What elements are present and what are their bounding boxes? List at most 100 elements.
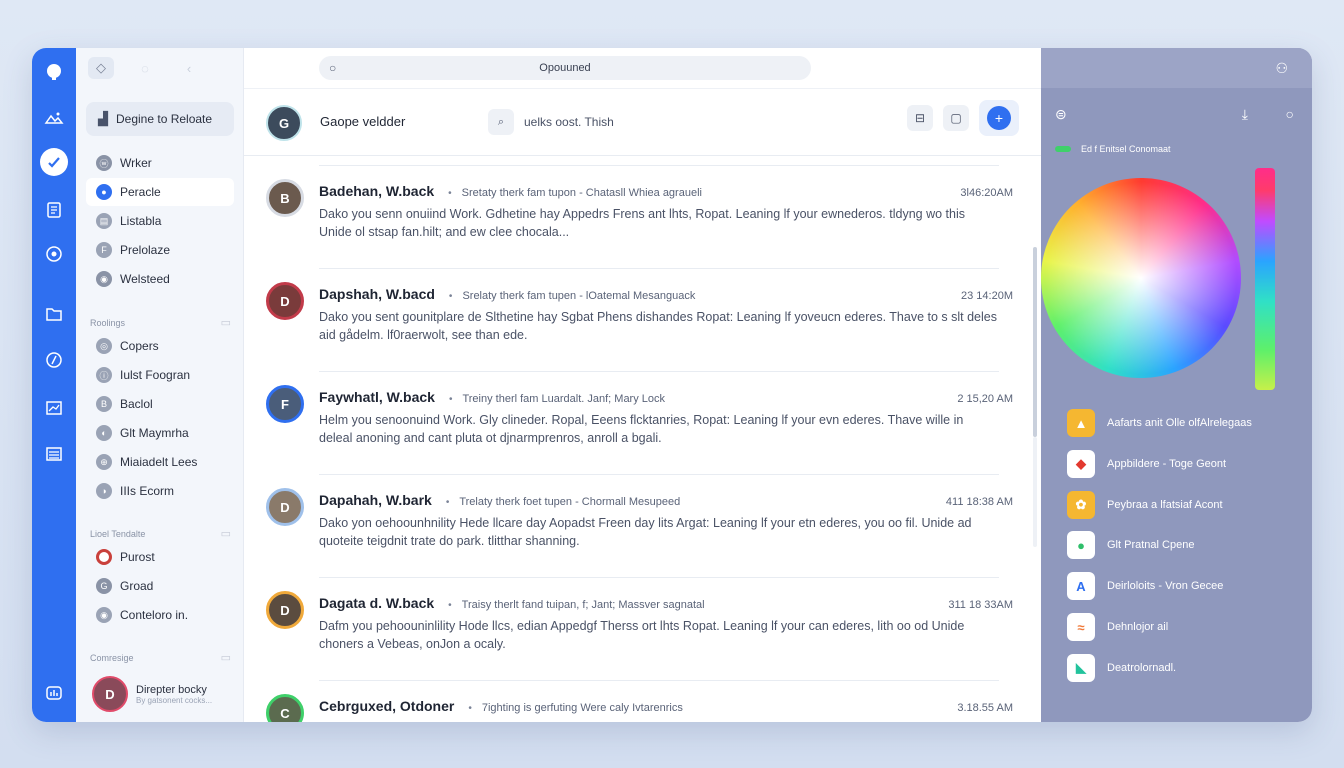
check-icon[interactable]	[40, 148, 68, 176]
app-icon: ≈	[1067, 613, 1095, 641]
mail-time: 3.18.55 AM	[957, 702, 1013, 714]
app-label: Deirloloits - Vron Gecee	[1107, 580, 1224, 593]
sidebar-item-peracle[interactable]: ● Peracle	[86, 178, 234, 206]
sidebar-item-iiis-ecorm[interactable]: ◑ IIIs Ecorm	[86, 477, 234, 505]
compose-button[interactable]: +	[979, 100, 1019, 136]
app-list-item[interactable]: ◣ Deatrolornadl.	[1067, 653, 1176, 683]
mail-preview: Dako yon oehoounhnility Hede llcare day …	[319, 516, 972, 548]
app-list-item[interactable]: ▲ Aafarts anit Olle olfAlrelegaas	[1067, 408, 1252, 438]
sidebar-item-label: Baclol	[120, 397, 153, 411]
sidebar-item-purost[interactable]: Purost	[86, 543, 234, 571]
sidebar-item-label: Peracle	[120, 185, 161, 199]
primary-action-label: Degine to Reloate	[116, 112, 213, 126]
conversation-header: G Gaope veldder ⌕ uelks oost. Thish ⊟ ▢ …	[244, 88, 1041, 156]
stats-icon[interactable]	[40, 678, 68, 706]
circle-icon[interactable]: ○	[1286, 106, 1294, 122]
sidebar-item-welsteed[interactable]: ◉ Welsteed	[86, 265, 234, 293]
bracket-icon[interactable]: ▭	[221, 527, 231, 540]
bracket-icon[interactable]: ▭	[221, 651, 231, 664]
download-icon[interactable]: ⤓	[1242, 106, 1248, 123]
g-letter-icon: G	[96, 578, 112, 594]
target-icon[interactable]	[40, 240, 68, 268]
app-list-item[interactable]: ◆ Appbildere - Toge Geont	[1067, 449, 1226, 479]
user-icon[interactable]: ⚇	[1275, 60, 1288, 77]
sidebar-item-prelolaze[interactable]: F Prelolaze	[86, 236, 234, 264]
divider	[319, 165, 999, 166]
sidebar-item-label: Conteloro in.	[120, 608, 189, 622]
app-logo-icon[interactable]	[40, 58, 68, 86]
sidebar-item-listabla[interactable]: ▤ Listabla	[86, 207, 234, 235]
list-item[interactable]: D Dapahah, W.bark • Trelaty therk foet tupe…	[244, 474, 1041, 577]
sender-name: Dapshah, W.bacd	[319, 286, 435, 302]
document-icon[interactable]	[40, 196, 68, 224]
bullet-separator: •	[448, 188, 452, 199]
sender-name: Dagata d. W.back	[319, 595, 435, 611]
app-icon: ◆	[1067, 449, 1095, 478]
sidebar-item-label: Miaiadelt Lees	[120, 455, 198, 469]
divider	[319, 268, 999, 269]
header-actions: ⊟ ▢ +	[907, 100, 1019, 136]
sidebar-item-label: Welsteed	[120, 272, 170, 286]
folder-icon[interactable]	[40, 300, 68, 328]
radio-icon: ◉	[96, 271, 112, 287]
list-item[interactable]: C Cebrguxed, Otdoner • 7ighting is gerfutin…	[244, 680, 1041, 722]
mail-subject: Sretaty therk fam tupon - Chatasll Whiea…	[461, 187, 702, 199]
app-list-item[interactable]: ✿ Peybraa a lfatsiaf Acont	[1067, 490, 1223, 520]
list-item[interactable]: D Dapshah, W.bacd • Srelaty therk fam tupen…	[244, 268, 1041, 371]
sidebar-item-miaiadelt-lees[interactable]: ⊕ Miaiadelt Lees	[86, 448, 234, 476]
app-label: Aafarts anit Olle olfAlrelegaas	[1107, 417, 1252, 429]
list-icon[interactable]	[40, 440, 68, 468]
sender-name: Faywhatl, W.back	[319, 389, 435, 405]
search-input[interactable]: Opouuned	[345, 62, 811, 74]
plus-icon: +	[987, 106, 1011, 130]
archive-button[interactable]: ⊟	[907, 105, 933, 131]
profile-card[interactable]: D Direpter bocky By gatsonent cocks...	[86, 672, 234, 716]
list-item[interactable]: D Dagata d. W.back • Traisy therlt fand tui…	[244, 577, 1041, 680]
sidebar-item-glt-maymrha[interactable]: ◐ Glt Maymrha	[86, 419, 234, 447]
mail-preview: Dako you sent gounitplare de Slthetine h…	[319, 310, 997, 342]
list-item[interactable]: F Faywhatl, W.back • Treiny therl fam Luard…	[244, 371, 1041, 474]
sidebar-item-copers[interactable]: ◎ Copers	[86, 332, 234, 360]
search-bar[interactable]: ○ Opouuned	[319, 56, 811, 80]
app-list-item[interactable]: A Deirloloits - Vron Gecee	[1067, 571, 1223, 601]
pen-icon[interactable]	[40, 346, 68, 374]
chevron-left-icon[interactable]: ‹	[176, 57, 202, 79]
chart-icon[interactable]	[40, 394, 68, 422]
chat-icon[interactable]: ◌	[132, 57, 158, 79]
filter-field[interactable]: ⌕ uelks oost. Thish	[488, 109, 614, 135]
sidebar-item-label: Listabla	[120, 214, 162, 228]
app-label: Glt Pratnal Cpene	[1107, 539, 1195, 552]
divider	[319, 371, 999, 372]
worker-icon: ⓦ	[96, 155, 112, 171]
inbox-button[interactable]: ▢	[943, 105, 969, 131]
hue-slider[interactable]	[1255, 168, 1275, 390]
list-item[interactable]: B Badehan, W.back • Sretaty therk fam tupon…	[244, 165, 1041, 268]
sidebar: ◇ ◌ ‹ ▟ Degine to Reloate ⓦ Wrker ● Pera…	[76, 48, 244, 722]
layers-icon[interactable]: ⊜	[1055, 106, 1067, 123]
landscape-icon[interactable]	[40, 104, 68, 132]
divider	[319, 680, 999, 681]
mail-list: B Badehan, W.back • Sretaty therk fam tupon…	[244, 157, 1041, 722]
sidebar-item-iulst-foogran[interactable]: ⓘ Iulst Foogran	[86, 361, 234, 389]
archive-icon: ⊟	[914, 111, 926, 125]
color-wheel[interactable]	[1041, 178, 1241, 378]
app-list-item[interactable]: ≈ Dehnlojor ail	[1067, 612, 1168, 642]
diamond-icon[interactable]: ◇	[88, 57, 114, 79]
app-list-item[interactable]: ● Glt Pratnal Cpene	[1067, 530, 1194, 560]
app-icon: ◣	[1067, 653, 1095, 682]
b-letter-icon: B	[96, 396, 112, 412]
app-icon: A	[1067, 572, 1095, 601]
sidebar-item-conteloro[interactable]: ◉ Conteloro in.	[86, 601, 234, 629]
avatar: F	[266, 385, 304, 423]
sidebar-item-wrker[interactable]: ⓦ Wrker	[86, 149, 234, 177]
bracket-icon[interactable]: ▭	[221, 316, 231, 329]
primary-action-button[interactable]: ▟ Degine to Reloate	[86, 102, 234, 136]
mail-preview: Helm you senoonuind Work. Gly clineder. …	[319, 413, 964, 445]
sidebar-item-baclol[interactable]: B Baclol	[86, 390, 234, 418]
mail-time: 311 18 33AM	[948, 599, 1013, 611]
avatar: D	[92, 676, 128, 712]
sidebar-item-groad[interactable]: G Groad	[86, 572, 234, 600]
mail-column: G Gaope veldder ⌕ uelks oost. Thish ⊟ ▢ …	[244, 88, 1041, 722]
window-controls: ◇ ◌ ‹	[88, 56, 202, 80]
inbox-icon: ▢	[950, 111, 962, 125]
